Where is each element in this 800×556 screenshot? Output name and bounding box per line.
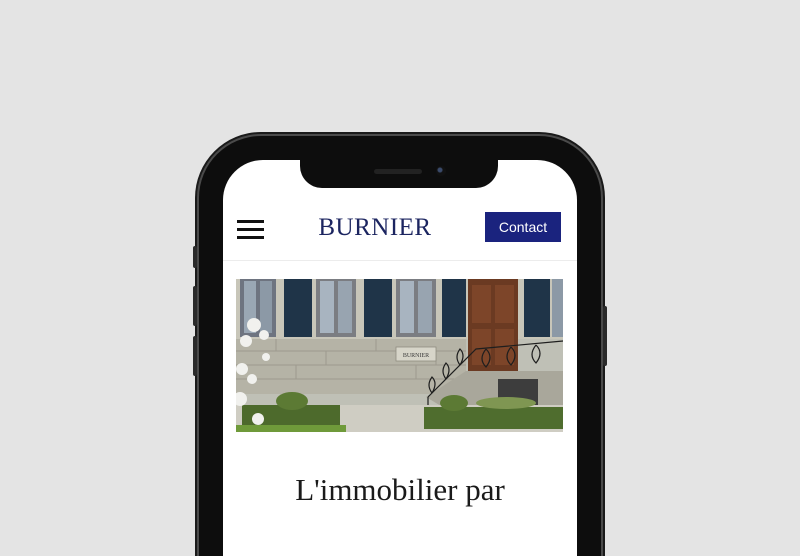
shutter-1 — [284, 279, 312, 337]
speaker-grille — [374, 169, 422, 174]
shutter-2 — [364, 279, 392, 337]
contact-button[interactable]: Contact — [485, 212, 561, 242]
header-divider — [223, 260, 577, 261]
brand-logo[interactable]: BURNIER — [310, 214, 440, 242]
front-camera — [436, 166, 446, 176]
phone-screen: BURNIER Contact BURNIER L'immobilier par — [223, 160, 577, 556]
hero-headline: L'immobilier par — [295, 472, 505, 507]
phone-frame: BURNIER Contact BURNIER L'immobilier par — [193, 136, 607, 556]
shutter-4 — [524, 279, 550, 337]
phone-notch — [300, 160, 498, 188]
hedge-right — [424, 407, 563, 429]
building-plaque: BURNIER — [403, 353, 429, 359]
site-header: BURNIER Contact — [223, 212, 577, 256]
phone-volume-up — [193, 286, 197, 326]
hero-image: BURNIER — [236, 279, 563, 432]
phone-volume-down — [193, 336, 197, 376]
shutter-3 — [442, 279, 466, 337]
phone-power-button — [603, 306, 607, 366]
hamburger-menu-icon[interactable] — [237, 218, 265, 242]
phone-side-button — [193, 246, 197, 268]
